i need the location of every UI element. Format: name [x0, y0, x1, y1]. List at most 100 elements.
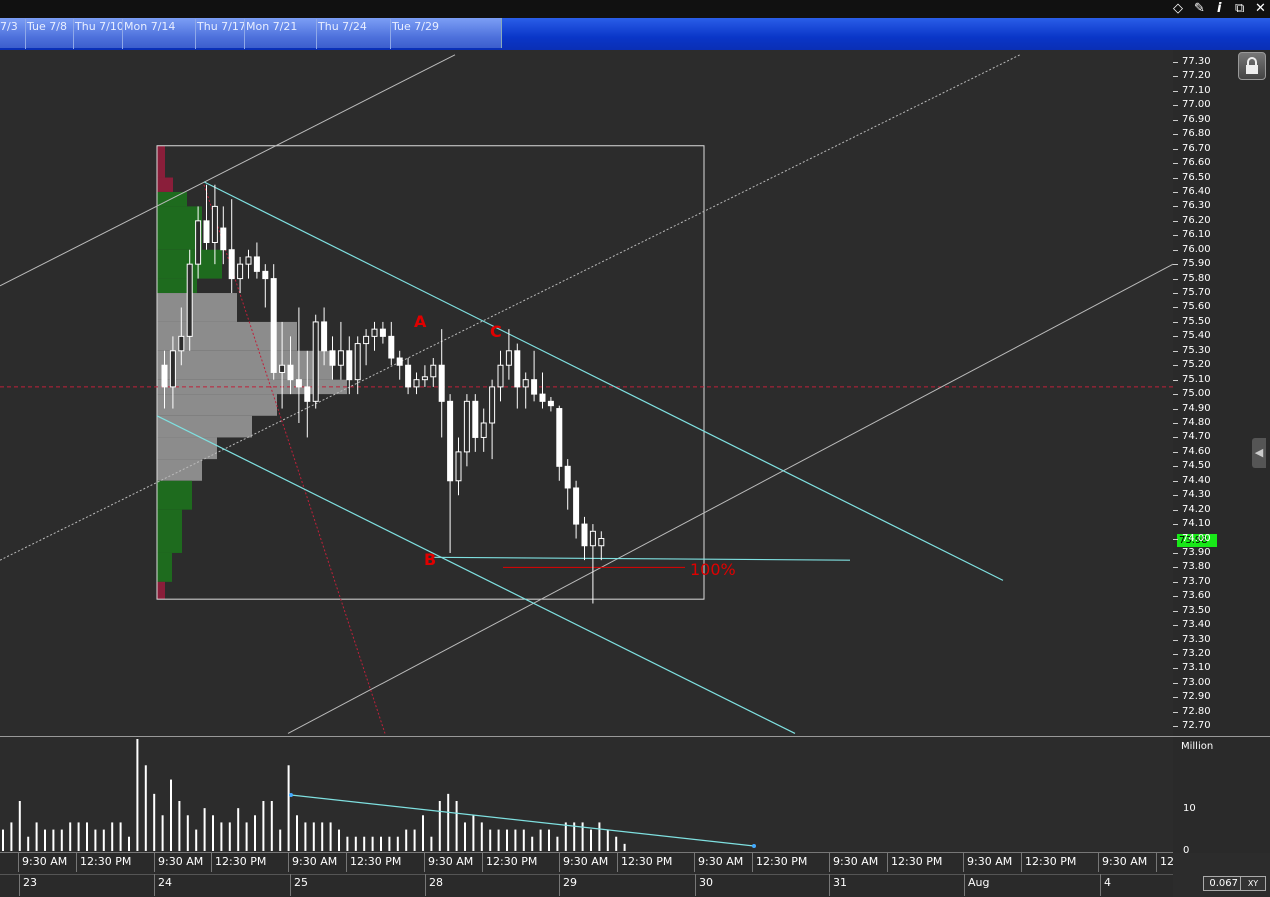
time-tick-divider — [1098, 852, 1099, 872]
price-tick-label: 74.40 — [1182, 474, 1211, 486]
candle-body — [337, 350, 344, 366]
candle-body — [547, 400, 554, 407]
time-tick-hour: 9:30 AM — [967, 855, 1013, 868]
volume-bar — [161, 815, 164, 851]
diamond-icon[interactable]: ◇ — [1173, 1, 1183, 17]
price-tick-label: 75.10 — [1182, 373, 1211, 385]
volume-bar — [94, 829, 97, 851]
price-tick-label: 74.20 — [1182, 503, 1211, 515]
time-tick-divider — [964, 874, 965, 896]
price-chart[interactable] — [0, 50, 1173, 736]
volume-bar — [321, 822, 324, 851]
price-tick-label: 77.20 — [1182, 70, 1211, 82]
volume-bar — [212, 815, 214, 851]
price-tick-mark — [1173, 307, 1178, 309]
navigator-label: Mon 7/21 — [246, 20, 298, 33]
price-tick-label: 75.20 — [1182, 359, 1211, 371]
time-tick-day: 30 — [699, 876, 713, 889]
candle-body — [379, 328, 386, 337]
candle-body — [346, 350, 353, 381]
price-tick-mark — [1173, 293, 1178, 295]
price-tick-label: 75.90 — [1182, 258, 1211, 270]
volume-profile-bar — [157, 480, 192, 510]
candle-body — [413, 379, 420, 388]
navigator-divider — [316, 19, 317, 49]
trend-line — [287, 263, 1173, 734]
price-tick-mark — [1173, 350, 1178, 352]
volume-bar — [18, 801, 21, 851]
price-tick-mark — [1173, 177, 1178, 179]
price-tick-mark — [1173, 134, 1178, 136]
volume-bar — [623, 843, 626, 851]
zoom-input[interactable]: 0.067 — [1203, 876, 1241, 891]
time-tick-hour: 9:30 AM — [158, 855, 204, 868]
time-tick-hour: 12:30 PM — [1025, 855, 1077, 868]
price-tick-mark — [1173, 654, 1178, 656]
volume-bar — [245, 822, 248, 851]
close-icon[interactable]: ✕ — [1255, 1, 1266, 17]
volume-bar — [464, 822, 466, 851]
candle-body — [514, 350, 521, 388]
xy-toggle-button[interactable]: XY — [1240, 876, 1266, 891]
volume-bar — [615, 836, 618, 851]
volume-bar — [346, 836, 349, 851]
volume-bar — [203, 808, 206, 851]
price-tick-mark — [1173, 220, 1178, 222]
volume-bar — [497, 829, 500, 851]
info-icon[interactable]: i — [1217, 1, 1221, 17]
volume-bar — [329, 822, 332, 851]
lock-icon[interactable] — [1238, 52, 1266, 80]
time-tick-divider — [829, 874, 830, 896]
pin-icon[interactable]: ✎ — [1194, 1, 1205, 17]
time-tick-divider — [829, 852, 830, 872]
chevron-left-icon[interactable]: ◀ — [1252, 438, 1266, 468]
navigator-label: Mon 7/14 — [124, 20, 176, 33]
candle-body — [438, 364, 445, 402]
price-tick-label: 76.90 — [1182, 113, 1211, 125]
fib-100-label: 100% — [690, 560, 736, 579]
navigator-label: Tue 7/29 — [392, 20, 439, 33]
volume-bar — [287, 765, 290, 851]
price-tick-label: 72.90 — [1182, 691, 1211, 703]
restore-window-icon[interactable]: ⧉ — [1235, 1, 1244, 17]
candle-body — [430, 364, 437, 378]
price-tick-label: 74.00 — [1182, 532, 1211, 544]
volume-panel[interactable] — [0, 736, 1173, 853]
price-tick-mark — [1173, 206, 1178, 208]
price-tick-mark — [1173, 639, 1178, 641]
price-tick-label: 73.60 — [1182, 590, 1211, 602]
volume-bar — [514, 829, 517, 851]
candle-body — [598, 538, 605, 547]
candle-body — [581, 523, 588, 547]
price-tick-label: 73.90 — [1182, 546, 1211, 558]
price-tick-label: 72.80 — [1182, 705, 1211, 717]
price-tick-label: 76.20 — [1182, 214, 1211, 226]
volume-bar — [111, 822, 114, 851]
volume-bar — [438, 801, 441, 851]
candle-body — [522, 379, 529, 388]
time-tick-divider — [425, 874, 426, 896]
candle-body — [556, 408, 563, 467]
price-tick-mark — [1173, 62, 1178, 63]
price-tick-label: 76.50 — [1182, 171, 1211, 183]
volume-bar — [472, 815, 475, 851]
volume-bar — [220, 822, 223, 851]
volume-bar — [279, 829, 282, 851]
candle-body — [253, 256, 260, 272]
candle-body — [531, 379, 538, 395]
price-tick-label: 73.70 — [1182, 575, 1211, 587]
volume-profile-bar — [157, 350, 332, 380]
candle-body — [186, 263, 193, 337]
navigator-divider — [122, 19, 123, 49]
candle-body — [169, 350, 176, 388]
time-tick-day: Aug — [968, 876, 990, 889]
candle-body — [321, 321, 328, 352]
price-tick-mark — [1173, 524, 1178, 526]
price-tick-mark — [1173, 682, 1178, 684]
trend-line — [0, 54, 456, 287]
volume-bar — [144, 765, 147, 851]
candle-body — [220, 227, 227, 251]
volume-bar — [363, 836, 366, 851]
time-tick-divider — [617, 852, 618, 872]
candle-body — [489, 386, 496, 424]
